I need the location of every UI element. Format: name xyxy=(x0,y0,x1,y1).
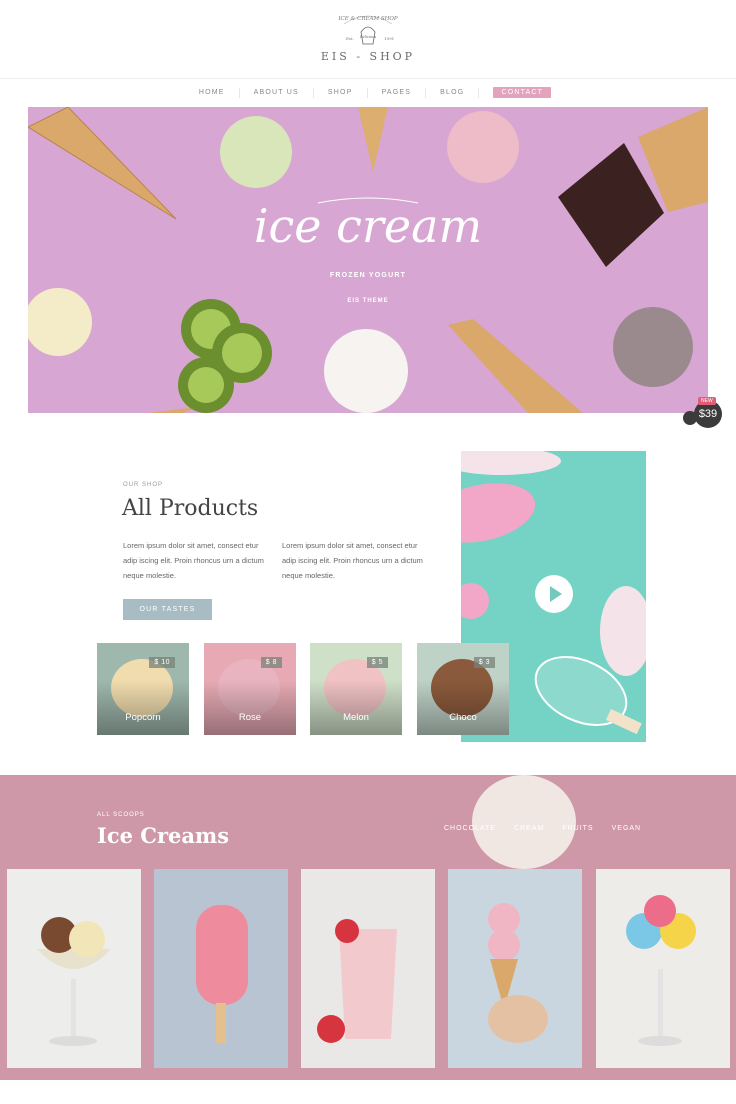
new-badge: NEW xyxy=(698,397,716,405)
hero-theme-label: EIS THEME xyxy=(347,298,389,304)
product-card-rose[interactable]: $ 8 Rose xyxy=(204,643,296,735)
product-price: $ 3 xyxy=(473,657,495,668)
product-card-choco[interactable]: $ 3 Choco xyxy=(417,643,509,735)
filter-tabs: CHOCOLATE CREAM FRUITS VEGAN xyxy=(444,825,641,832)
ice-cream-card[interactable] xyxy=(301,869,435,1068)
waffle-cone-icon xyxy=(448,319,583,413)
ice-cream-card[interactable] xyxy=(7,869,141,1068)
product-name: Melon xyxy=(343,712,369,723)
play-button[interactable] xyxy=(535,575,573,613)
product-price: $ 8 xyxy=(260,657,282,668)
ice-creams-section: ALL SCOOPS Ice Creams CHOCOLATE CREAM FR… xyxy=(0,775,736,1080)
logo-emblem-icon[interactable]: ICE & CREAM SHOP Est. 1991 Delicious xyxy=(336,10,400,52)
filter-vegan[interactable]: VEGAN xyxy=(612,825,642,832)
svg-text:Est.: Est. xyxy=(346,36,354,41)
nav-contact-button[interactable]: CONTACT xyxy=(493,87,552,98)
nav-blog[interactable]: BLOG xyxy=(426,87,480,98)
svg-text:ICE & CREAM SHOP: ICE & CREAM SHOP xyxy=(337,16,398,22)
ice-cream-card[interactable] xyxy=(596,869,730,1068)
svg-text:1991: 1991 xyxy=(384,36,394,41)
product-name: Choco xyxy=(449,712,477,723)
cone-icon xyxy=(448,869,582,1068)
site-name[interactable]: EIS - SHOP xyxy=(0,50,736,63)
product-price: $ 10 xyxy=(149,657,175,668)
filter-fruits[interactable]: FRUITS xyxy=(562,825,593,832)
product-name: Popcorn xyxy=(125,712,161,723)
hero-subtitle: FROZEN YOGURT xyxy=(329,272,407,279)
main-nav: HOME ABOUT US SHOP PAGES BLOG CONTACT xyxy=(0,78,736,106)
popsicle-icon xyxy=(154,869,288,1068)
waffle-cone-icon xyxy=(358,107,388,172)
shop-text-1: Lorem ipsum dolor sit amet, consect etur… xyxy=(123,541,264,580)
filter-chocolate[interactable]: CHOCOLATE xyxy=(444,825,496,832)
product-card-melon[interactable]: $ 5 Melon xyxy=(310,643,402,735)
product-card-popcorn[interactable]: $ 10 Popcorn xyxy=(97,643,189,735)
pistachio-scoop xyxy=(220,116,292,188)
scoops-eyebrow: ALL SCOOPS xyxy=(97,812,145,818)
hero-banner: ice cream FROZEN YOGURT EIS THEME xyxy=(28,107,708,413)
shop-text-2: Lorem ipsum dolor sit amet, consect etur… xyxy=(282,541,423,580)
site-header: ICE & CREAM SHOP Est. 1991 Delicious EIS… xyxy=(0,0,736,78)
our-tastes-button[interactable]: OUR TASTES xyxy=(123,599,212,620)
nav-home[interactable]: HOME xyxy=(185,87,240,98)
product-name: Rose xyxy=(238,712,262,723)
hero-title: ice cream xyxy=(253,199,483,253)
ice-cream-card[interactable] xyxy=(154,869,288,1068)
strawberry-scoop xyxy=(447,111,519,183)
vanilla-scoop xyxy=(324,329,408,413)
nav-pages[interactable]: PAGES xyxy=(368,87,427,98)
shop-eyebrow: OUR SHOP xyxy=(123,482,164,488)
ice-cream-card[interactable] xyxy=(448,869,582,1068)
sundae-icon xyxy=(7,869,141,1068)
nav-about-us[interactable]: ABOUT US xyxy=(240,87,314,98)
cart-count: $39 xyxy=(698,408,718,420)
hero-artwork xyxy=(28,107,708,413)
svg-text:Delicious: Delicious xyxy=(359,35,377,39)
chocolate-scoop xyxy=(613,307,693,387)
scoops-title: Ice Creams xyxy=(97,823,230,848)
milkshake-icon xyxy=(301,869,435,1068)
shop-title: All Products xyxy=(122,496,259,521)
product-price: $ 5 xyxy=(366,657,388,668)
sundae-icon xyxy=(596,869,730,1068)
nav-shop[interactable]: SHOP xyxy=(314,87,368,98)
decorative-scoop xyxy=(472,775,576,869)
filter-cream[interactable]: CREAM xyxy=(514,825,544,832)
